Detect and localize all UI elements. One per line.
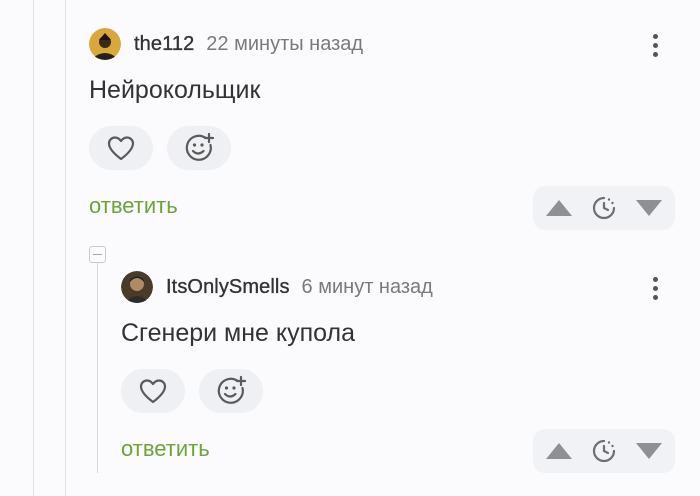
vote-controls [533, 186, 675, 230]
upvote-icon [546, 200, 573, 216]
thread-line [65, 0, 66, 496]
heart-icon [107, 136, 135, 161]
comment-text: Нейрокольщик [89, 76, 261, 104]
username[interactable]: the112 [134, 32, 195, 56]
timestamp: 22 минуты назад [206, 32, 364, 55]
timestamp: 6 минут назад [301, 275, 433, 298]
heart-icon [139, 379, 167, 404]
downvote-button[interactable] [629, 431, 669, 471]
avatar[interactable] [121, 271, 153, 303]
save-later-button[interactable] [584, 188, 624, 228]
like-button[interactable] [89, 126, 153, 170]
vote-controls [533, 429, 675, 473]
comment-header: ItsOnlySmells 6 минут назад [121, 269, 433, 305]
more-options-icon-dot [652, 42, 658, 48]
downvote-icon [635, 200, 662, 216]
downvote-icon [635, 443, 662, 459]
more-options-icon-dot [652, 294, 658, 300]
comment: the112 22 минуты назад Нейрокольщик отве… [89, 26, 679, 236]
minus-icon [93, 253, 102, 256]
upvote-icon [546, 443, 573, 459]
reactions [89, 126, 231, 170]
reply-link[interactable]: ответить [121, 436, 210, 462]
add-reaction-button[interactable] [199, 369, 263, 413]
more-options-icon [652, 276, 658, 282]
comment: ItsOnlySmells 6 минут назад Сгенери мне … [121, 269, 679, 479]
add-reaction-button[interactable] [167, 126, 231, 170]
save-later-icon [592, 439, 616, 463]
add-reaction-icon [217, 375, 247, 404]
downvote-button[interactable] [629, 188, 669, 228]
upvote-button[interactable] [539, 431, 579, 471]
comment-header: the112 22 минуты назад [89, 26, 363, 62]
more-options-icon-dot [652, 51, 658, 57]
reactions [121, 369, 263, 413]
more-options-icon-dot [652, 285, 658, 291]
thread-line [33, 0, 34, 496]
more-options-icon [652, 33, 658, 39]
more-options-button[interactable] [645, 30, 665, 60]
save-later-button[interactable] [584, 431, 624, 471]
comment-text: Сгенери мне купола [121, 319, 355, 347]
like-button[interactable] [121, 369, 185, 413]
save-later-icon [592, 196, 616, 220]
upvote-button[interactable] [539, 188, 579, 228]
username[interactable]: ItsOnlySmells [166, 275, 290, 299]
collapse-thread-button[interactable] [89, 246, 106, 263]
reply-link[interactable]: ответить [89, 193, 178, 219]
avatar[interactable] [89, 28, 121, 60]
add-reaction-icon [185, 132, 215, 161]
more-options-button[interactable] [645, 273, 665, 303]
reply-branch-line[interactable] [97, 263, 98, 473]
